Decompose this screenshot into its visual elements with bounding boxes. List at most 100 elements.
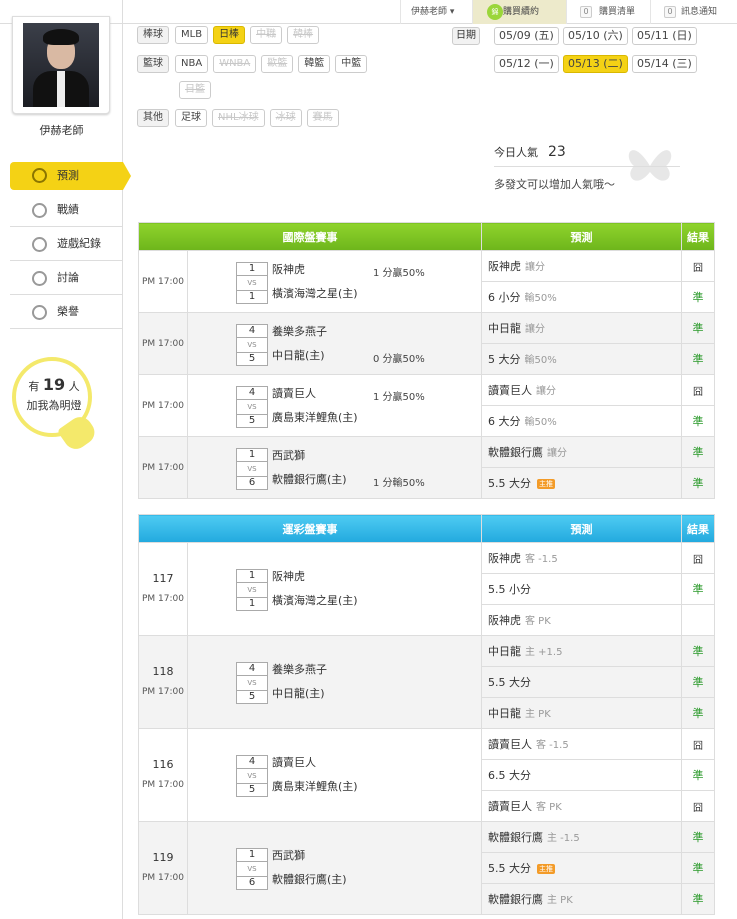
away-team: 養樂多燕子 [272,325,327,338]
lottery-table: 運彩盤賽事 預測 結果 [138,514,715,543]
tag-mlb[interactable]: MLB [175,26,209,44]
other-filter-row: 其他 足球 NHL冰球 冰球 賽馬 [137,109,344,127]
prediction-cell: 讀賣巨人客 -1.5 [481,728,682,760]
tag-wnba: WNBA [213,55,257,73]
user-menu[interactable]: 伊赫老師 ▾ [400,0,472,24]
lottery-table-body: 117 PM 17:00 1 VS 1 阪神虎 橫濱海灣之星(主) 阪神虎客 -1.5 囧 5.5… [138,542,715,915]
prediction-cell: 中日龍主 PK [481,697,682,729]
table-row: 118 PM 17:00 4 VS 5 養樂多燕子 中日龍(主) 中日龍主 +1.5 準 [138,635,715,729]
result-cell: 準 [681,436,715,468]
date-0511[interactable]: 05/11 (日) [632,27,697,45]
intl-header-match: 國際盤賽事 [138,222,482,251]
result-cell: 準 [681,635,715,667]
teacher-name: 伊赫老師 [39,124,84,137]
away-score: 1 [236,848,268,862]
table-row: PM 17:00 4 VS 5 讀賣巨人 廣島東洋鯉魚(主) 1 分贏50% 讀賣巨人 讓分囧 [138,374,715,437]
trophy-icon [32,305,47,320]
result-cell: 準 [681,852,715,884]
follow-lightbulb[interactable]: 有 19 人 加我為明燈 [12,357,100,454]
target-icon [32,168,47,183]
date-0512[interactable]: 05/12 (一) [494,55,559,73]
tag-ice-hockey: 冰球 [269,109,302,127]
sidebar-item-discussion[interactable]: 討論 [10,261,123,295]
home-score: 1 [236,597,268,611]
result-cell: 囧 [681,790,715,822]
match-result: 1 分贏50% [373,268,425,279]
sidebar-nav: 預測 戰績 遊戲紀錄 討論 榮譽 [10,162,131,329]
match-time: PM 17:00 [138,374,188,437]
baseball-filter-row: 棒球 MLB 日棒 中職 韓棒 [137,26,324,44]
away-team: 阪神虎 [272,570,305,583]
basketball-filter-row-2: 日籃 [179,81,216,99]
tag-korea-basket[interactable]: 韓籃 [298,55,331,73]
prediction-cell: 軟體銀行鷹主 PK [481,883,682,915]
tag-euro-basket: 歐籃 [261,55,294,73]
sidebar-item-game-log[interactable]: 遊戲紀錄 [10,227,123,261]
follow-text: 加我為明燈 [26,399,82,412]
match-cell: 4 VS 5 養樂多燕子 中日龍(主) 0 分贏50% [187,312,482,375]
away-team: 阪神虎 [272,263,305,276]
date-0513[interactable]: 05/13 (二) [563,55,628,73]
prediction-cell: 5.5 大分 主推 [481,467,682,499]
purchase-list-link[interactable]: 0 購買清單 [566,0,650,24]
home-team: 中日龍(主) [272,349,325,362]
chat-icon [32,271,47,286]
home-team: 廣島東洋鯉魚(主) [272,411,358,424]
sidebar-item-honor[interactable]: 榮譽 [10,295,123,329]
result-cell: 準 [681,573,715,605]
prediction-cell: 軟體銀行鷹 讓分 [481,436,682,468]
prediction-cell: 讀賣巨人 讓分 [481,374,682,406]
prediction-cell: 6 小分 輸50% [481,281,682,313]
lottery-header-pred: 預測 [481,514,682,543]
home-score: 5 [236,783,268,797]
result-cell: 準 [681,343,715,375]
date-0514[interactable]: 05/14 (三) [632,55,697,73]
tag-china-basket[interactable]: 中籃 [335,55,368,73]
featured-badge: 主推 [537,864,555,874]
away-team: 讀賣巨人 [272,756,316,769]
home-score: 6 [236,476,268,490]
tag-horse-racing: 賽馬 [306,109,339,127]
prediction-cell: 阪神虎客 PK [481,604,682,636]
home-team: 橫濱海灣之星(主) [272,287,358,300]
date-0510[interactable]: 05/10 (六) [563,27,628,45]
tag-japan-basket: 日籃 [179,81,211,99]
match-time-cell: 117 PM 17:00 [138,542,188,636]
match-result: 1 分贏50% [373,392,425,403]
vs-label: VS [236,769,268,783]
table-row: PM 17:00 1 VS 1 阪神虎 橫濱海灣之星(主) 1 分贏50% 阪神虎 讓分囧 [138,250,715,313]
buy-renew-button[interactable]: 錦購買續約 [472,0,566,24]
home-score: 5 [236,352,268,366]
basketball-filter-row: 籃球 NBA WNBA 歐籃 韓籃 中籃 [137,55,372,73]
prediction-cell: 5.5 小分 [481,573,682,605]
away-team: 西武獅 [272,849,305,862]
away-score: 4 [236,386,268,400]
vs-label: VS [236,862,268,876]
sidebar-item-predict[interactable]: 預測 [10,162,131,190]
notifications-link[interactable]: 0 訊息通知 [650,0,737,24]
match-cell: 1 VS 1 阪神虎 橫濱海灣之星(主) 1 分贏50% [187,250,482,313]
date-0509[interactable]: 05/09 (五) [494,27,559,45]
home-score: 1 [236,290,268,304]
away-score: 4 [236,755,268,769]
match-time-cell: 118 PM 17:00 [138,635,188,729]
prediction-cell: 5.5 大分 [481,666,682,698]
match-number: 117 [152,572,174,585]
match-cell: 4 VS 5 讀賣巨人 廣島東洋鯉魚(主) 1 分贏50% [187,374,482,437]
prediction-cell: 讀賣巨人客 PK [481,790,682,822]
tag-nhl: NHL冰球 [212,109,265,127]
away-score: 1 [236,262,268,276]
home-team: 軟體銀行鷹(主) [272,873,347,886]
vs-label: VS [236,338,268,352]
purchase-count-badge: 0 [580,6,592,18]
table-row: 116 PM 17:00 4 VS 5 讀賣巨人 廣島東洋鯉魚(主) 讀賣巨人客 -1.5 囧 [138,728,715,822]
vs-label: VS [236,676,268,690]
match-result: 1 分輸50% [373,478,425,489]
tag-soccer[interactable]: 足球 [175,109,207,127]
prediction-cell: 5.5 大分 主推 [481,852,682,884]
tag-npb[interactable]: 日棒 [213,26,246,44]
avatar[interactable] [12,16,110,114]
tag-nba[interactable]: NBA [175,55,209,73]
vs-label: VS [236,400,268,414]
sidebar-item-record[interactable]: 戰績 [10,193,123,227]
